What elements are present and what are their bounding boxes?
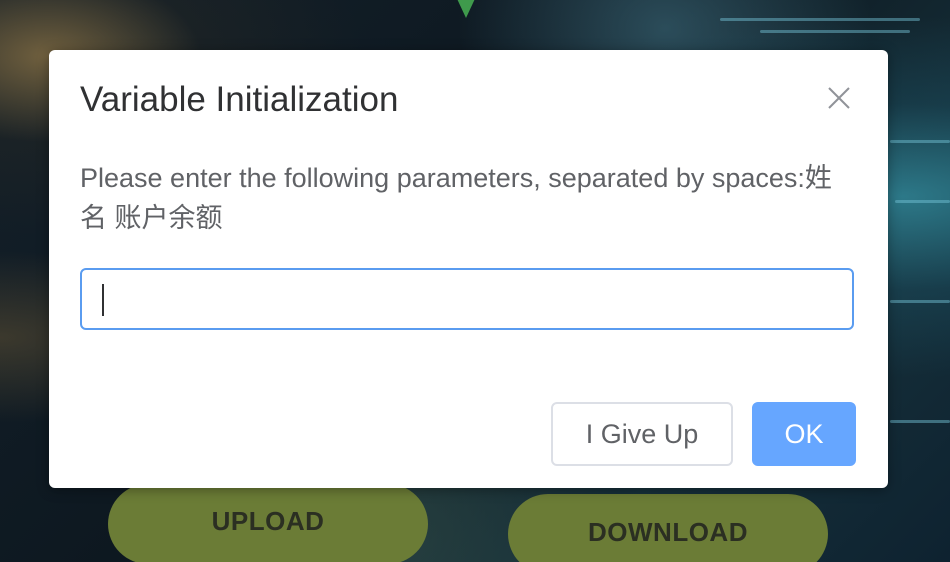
ok-button-label: OK	[784, 418, 824, 449]
download-button-label: DOWNLOAD	[588, 516, 748, 547]
upload-button-label: UPLOAD	[211, 505, 325, 536]
background-streak	[760, 30, 910, 33]
upload-button[interactable]: UPLOAD	[108, 484, 428, 562]
background-streak	[720, 18, 920, 21]
text-caret	[102, 284, 104, 316]
close-button[interactable]	[825, 84, 853, 112]
give-up-button-label: I Give Up	[585, 418, 699, 449]
dialog-message: Please enter the following parameters, s…	[80, 163, 832, 233]
close-icon	[828, 87, 850, 109]
variable-initialization-dialog: Variable Initialization Please enter the…	[49, 50, 888, 488]
background-streak	[890, 300, 950, 303]
dialog-title: Variable Initialization	[80, 80, 399, 119]
background-streak	[890, 140, 950, 143]
background-streak	[895, 200, 950, 203]
parameters-input[interactable]	[82, 270, 852, 328]
background-streak	[890, 420, 950, 423]
ok-button[interactable]: OK	[752, 402, 856, 466]
download-button[interactable]: DOWNLOAD	[508, 494, 828, 562]
give-up-button[interactable]: I Give Up	[551, 402, 733, 466]
green-arrow-marker	[452, 0, 480, 18]
parameters-input-wrapper	[80, 268, 854, 330]
